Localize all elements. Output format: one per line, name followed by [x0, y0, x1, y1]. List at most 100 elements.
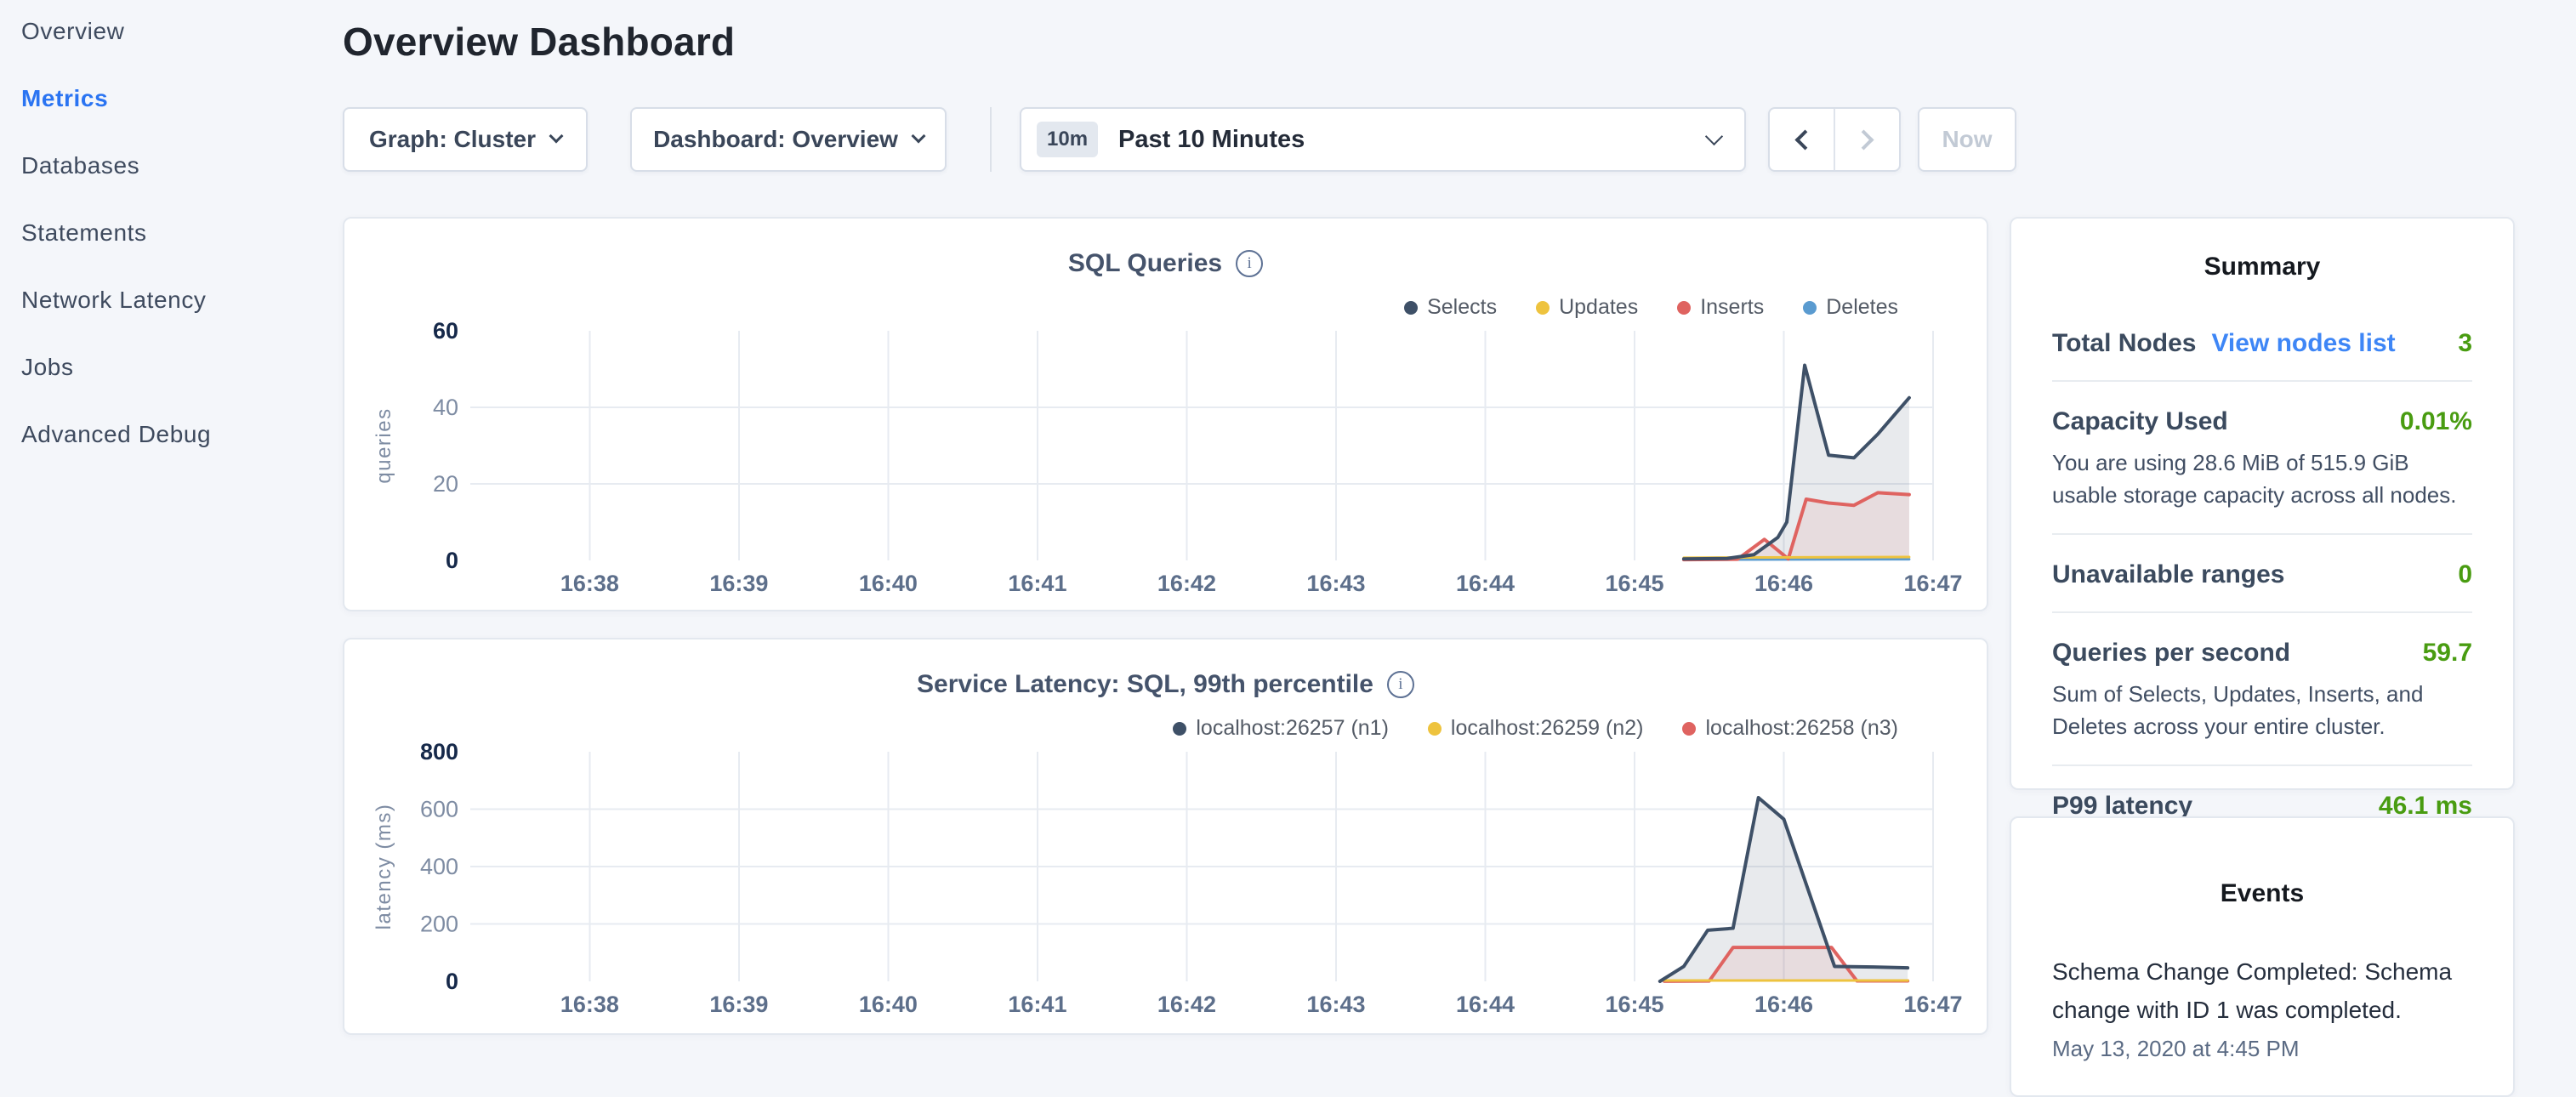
- summary-row-head: Total Nodes View nodes list 3: [2052, 329, 2472, 358]
- sql-queries-chart-card: SQL Queries i Selects Updates Inserts De…: [343, 217, 1988, 611]
- sidebar-item[interactable]: Databases: [0, 141, 340, 190]
- time-range-dropdown[interactable]: 10m Past 10 Minutes: [1020, 107, 1746, 172]
- svg-text:16:43: 16:43: [1306, 992, 1365, 1017]
- toolbar-divider: [990, 107, 992, 172]
- time-step-buttons: [1768, 107, 1901, 172]
- service-latency-chart-card: Service Latency: SQL, 99th percentile i …: [343, 638, 1988, 1035]
- summary-panel: Summary Total Nodes View nodes list 3 Ca…: [2010, 217, 2515, 790]
- svg-text:16:47: 16:47: [1903, 992, 1962, 1017]
- summary-row-subtext: You are using 28.6 MiB of 515.9 GiB usab…: [2052, 446, 2472, 511]
- sidebar-item-label: Metrics: [21, 85, 108, 112]
- summary-row-value: 59.7: [2423, 639, 2472, 668]
- graph-dropdown-label: Graph: Cluster: [369, 126, 536, 153]
- event-item[interactable]: Schema Change Completed: Schema change w…: [2052, 952, 2472, 1062]
- summary-row: Unavailable ranges 0: [2052, 535, 2472, 613]
- summary-row-value: 0: [2458, 560, 2472, 589]
- time-range-badge: 10m: [1037, 122, 1098, 157]
- sidebar-item-label: Jobs: [21, 354, 74, 381]
- events-body: Events Schema Change Completed: Schema c…: [2011, 879, 2513, 1062]
- summary-row-label: Capacity Used: [2052, 407, 2228, 436]
- summary-row: Queries per second 59.7 Sum of Selects, …: [2052, 613, 2472, 766]
- summary-title: Summary: [2011, 253, 2513, 281]
- graph-dropdown[interactable]: Graph: Cluster: [343, 107, 588, 172]
- chevron-down-icon: [1705, 127, 1723, 145]
- svg-text:16:46: 16:46: [1754, 992, 1813, 1017]
- sidebar-item[interactable]: Jobs: [0, 343, 340, 392]
- svg-text:16:38: 16:38: [560, 992, 619, 1017]
- time-step-back-button[interactable]: [1770, 109, 1834, 170]
- now-button-label: Now: [1942, 126, 1992, 153]
- sidebar: Overview Metrics Databases Statements Ne…: [0, 0, 340, 1051]
- page-title: Overview Dashboard: [343, 19, 735, 65]
- dashboard-dropdown-label: Dashboard: Overview: [653, 126, 898, 153]
- summary-row-label: Unavailable ranges: [2052, 560, 2284, 589]
- time-step-forward-button[interactable]: [1834, 109, 1899, 170]
- svg-text:16:41: 16:41: [1008, 992, 1066, 1017]
- svg-text:latency (ms): latency (ms): [372, 804, 395, 930]
- svg-text:60: 60: [433, 318, 458, 344]
- summary-row: Capacity Used 0.01% You are using 28.6 M…: [2052, 382, 2472, 535]
- dashboard-dropdown[interactable]: Dashboard: Overview: [630, 107, 947, 172]
- summary-rows: Total Nodes View nodes list 3 Capacity U…: [2011, 304, 2513, 843]
- svg-text:200: 200: [420, 912, 458, 937]
- sidebar-item[interactable]: Statements: [0, 208, 340, 258]
- service-latency-chart[interactable]: 16:38 16:39 16:40 16:41 16:42 16:43 16:44 16:45…: [368, 726, 1967, 1020]
- svg-text:16:39: 16:39: [709, 992, 768, 1017]
- events-panel: Events Schema Change Completed: Schema c…: [2010, 816, 2515, 1097]
- chevron-down-icon: [911, 129, 925, 144]
- sidebar-item[interactable]: Advanced Debug: [0, 410, 340, 459]
- svg-text:16:38: 16:38: [560, 571, 619, 596]
- svg-text:16:41: 16:41: [1008, 571, 1066, 596]
- events-title: Events: [2052, 879, 2472, 908]
- svg-text:queries: queries: [372, 407, 395, 483]
- svg-text:16:44: 16:44: [1456, 992, 1515, 1017]
- chevron-left-icon: [1794, 129, 1815, 150]
- svg-text:16:42: 16:42: [1157, 992, 1216, 1017]
- event-text: Schema Change Completed: Schema change w…: [2052, 952, 2472, 1029]
- sidebar-item-label: Overview: [21, 18, 125, 45]
- svg-text:16:47: 16:47: [1903, 571, 1962, 596]
- svg-text:20: 20: [433, 471, 458, 497]
- sidebar-item-label: Network Latency: [21, 287, 207, 314]
- now-button[interactable]: Now: [1918, 107, 2016, 172]
- summary-row-label: Total Nodes: [2052, 329, 2196, 358]
- sidebar-item[interactable]: Network Latency: [0, 276, 340, 325]
- info-icon[interactable]: i: [1387, 671, 1414, 698]
- event-timestamp: May 13, 2020 at 4:45 PM: [2052, 1036, 2472, 1062]
- svg-text:16:44: 16:44: [1456, 571, 1515, 596]
- sidebar-item[interactable]: Metrics: [0, 74, 340, 123]
- svg-text:0: 0: [446, 969, 458, 994]
- info-icon[interactable]: i: [1236, 250, 1263, 277]
- svg-text:16:42: 16:42: [1157, 571, 1216, 596]
- svg-text:800: 800: [420, 739, 458, 764]
- summary-row-label: Queries per second: [2052, 639, 2290, 668]
- svg-text:16:45: 16:45: [1605, 571, 1663, 596]
- svg-text:400: 400: [420, 854, 458, 879]
- summary-row-value: 3: [2458, 329, 2472, 358]
- chart-title: SQL Queries: [1068, 249, 1222, 278]
- events-list: Schema Change Completed: Schema change w…: [2052, 952, 2472, 1062]
- sidebar-item[interactable]: Overview: [0, 7, 340, 56]
- chart-title: Service Latency: SQL, 99th percentile: [917, 670, 1373, 699]
- toolbar: Graph: Cluster Dashboard: Overview 10m P…: [343, 107, 2016, 172]
- summary-row-head: Queries per second 59.7: [2052, 639, 2472, 668]
- svg-text:16:43: 16:43: [1306, 571, 1365, 596]
- chevron-right-icon: [1853, 129, 1874, 150]
- summary-row-subtext: Sum of Selects, Updates, Inserts, and De…: [2052, 678, 2472, 742]
- sidebar-item-label: Databases: [21, 152, 139, 179]
- sql-queries-chart[interactable]: 16:3816:3916:4016:4116:4216:4316:4416:45…: [368, 305, 1967, 599]
- sidebar-item-label: Advanced Debug: [21, 421, 211, 448]
- view-nodes-list-link[interactable]: View nodes list: [2211, 329, 2395, 358]
- chart-title-row: Service Latency: SQL, 99th percentile i: [344, 670, 1987, 699]
- svg-text:16:45: 16:45: [1605, 992, 1663, 1017]
- svg-text:16:40: 16:40: [859, 992, 918, 1017]
- summary-row-head: Capacity Used 0.01%: [2052, 407, 2472, 436]
- time-range-label: Past 10 Minutes: [1118, 126, 1305, 154]
- svg-text:16:39: 16:39: [709, 571, 768, 596]
- chart-title-row: SQL Queries i: [344, 249, 1987, 278]
- sidebar-item-label: Statements: [21, 219, 147, 247]
- summary-row-head: Unavailable ranges 0: [2052, 560, 2472, 589]
- summary-row-value: 0.01%: [2400, 407, 2472, 436]
- summary-row: Total Nodes View nodes list 3: [2052, 304, 2472, 382]
- chevron-down-icon: [549, 129, 564, 144]
